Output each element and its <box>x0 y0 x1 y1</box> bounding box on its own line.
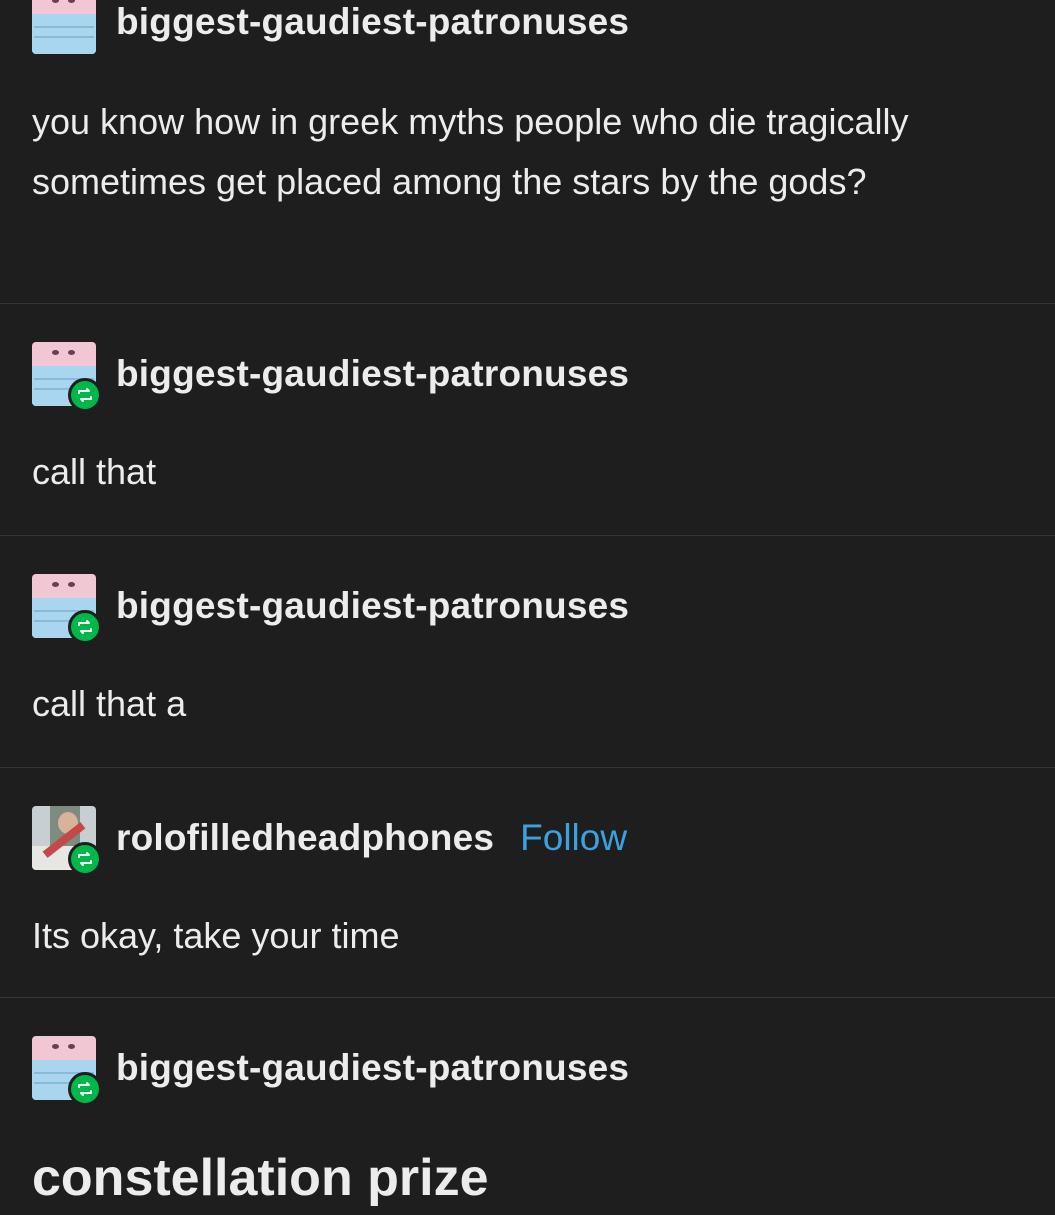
post-header: biggest-gaudiest-patronuses <box>32 342 629 412</box>
post-text: constellation prize <box>32 1149 489 1207</box>
username[interactable]: biggest-gaudiest-patronuses <box>116 353 629 395</box>
username[interactable]: rolofilledheadphones <box>116 817 494 859</box>
post-header: biggest-gaudiest-patronuses <box>32 1036 629 1106</box>
face-mask-avatar-icon <box>32 0 96 54</box>
avatar[interactable] <box>32 342 102 412</box>
reblog-icon <box>68 610 102 644</box>
post-text: call that <box>32 451 157 492</box>
post-text: you know how in greek myths people who d… <box>32 101 909 202</box>
avatar[interactable] <box>32 0 98 54</box>
avatar[interactable] <box>32 806 102 876</box>
post-text: Its okay, take your time <box>32 915 400 956</box>
avatar[interactable] <box>32 574 102 644</box>
post-text: call that a <box>32 683 187 724</box>
post-header: biggest-gaudiest-patronuses <box>32 0 629 54</box>
follow-button[interactable]: Follow <box>520 817 627 859</box>
post-header: biggest-gaudiest-patronuses <box>32 574 629 644</box>
username[interactable]: biggest-gaudiest-patronuses <box>116 1 629 43</box>
post-1: biggest-gaudiest-patronuses you know how… <box>0 0 1055 304</box>
post-2: biggest-gaudiest-patronuses call that <box>0 304 1055 536</box>
reblog-icon <box>68 1072 102 1106</box>
reblog-icon <box>68 378 102 412</box>
reblog-icon <box>68 842 102 876</box>
post-3: biggest-gaudiest-patronuses call that a <box>0 536 1055 768</box>
username[interactable]: biggest-gaudiest-patronuses <box>116 585 629 627</box>
avatar[interactable] <box>32 1036 102 1106</box>
username[interactable]: biggest-gaudiest-patronuses <box>116 1047 629 1089</box>
post-5: biggest-gaudiest-patronuses constellatio… <box>0 998 1055 1215</box>
post-header: rolofilledheadphones Follow <box>32 806 627 876</box>
post-4: rolofilledheadphones Follow Its okay, ta… <box>0 768 1055 998</box>
